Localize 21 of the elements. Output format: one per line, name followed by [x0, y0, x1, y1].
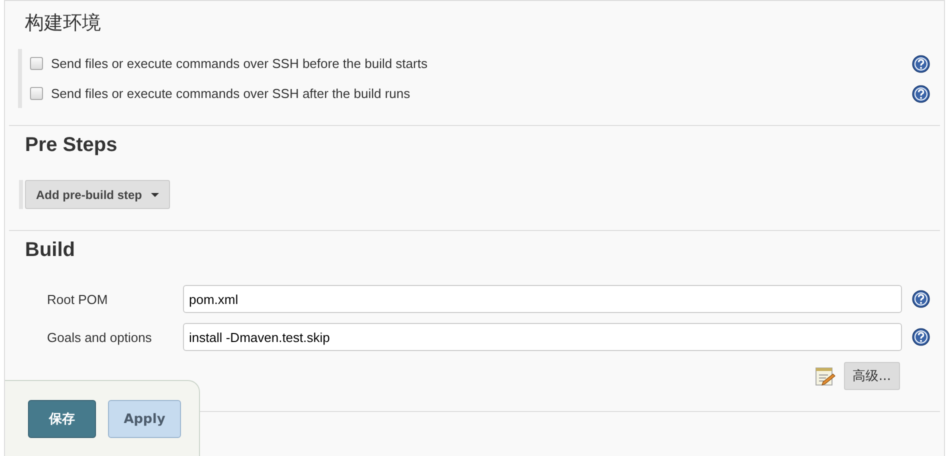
checkbox-label: Send files or execute commands over SSH after the build runs	[51, 86, 412, 101]
add-step-dropdown[interactable]: Add pre-build step	[25, 180, 170, 209]
help-icon[interactable]	[912, 328, 930, 346]
field-label: Goals and options	[46, 330, 153, 344]
section-heading: Build	[24, 238, 76, 263]
advanced-button[interactable]: 高级...	[844, 362, 900, 390]
checkbox-label: Send files or execute commands over SSH before the build starts	[51, 56, 428, 71]
field-label: Root POM	[46, 292, 109, 306]
section-heading: Pre Steps	[24, 133, 118, 158]
checkbox[interactable]	[30, 87, 43, 100]
checkbox[interactable]	[30, 57, 43, 70]
notepad-pencil-icon	[814, 366, 836, 386]
apply-button[interactable]: Apply	[108, 400, 181, 438]
help-icon[interactable]	[912, 54, 930, 72]
help-icon[interactable]	[912, 290, 930, 308]
text-field[interactable]: install -Dmaven.test.skip	[183, 323, 902, 351]
save-button[interactable]: 保存	[28, 400, 96, 438]
text-field[interactable]: pom.xml	[183, 285, 902, 313]
section-heading: 构建环境	[24, 11, 102, 36]
caret-icon	[151, 192, 159, 196]
help-icon[interactable]	[912, 84, 930, 102]
